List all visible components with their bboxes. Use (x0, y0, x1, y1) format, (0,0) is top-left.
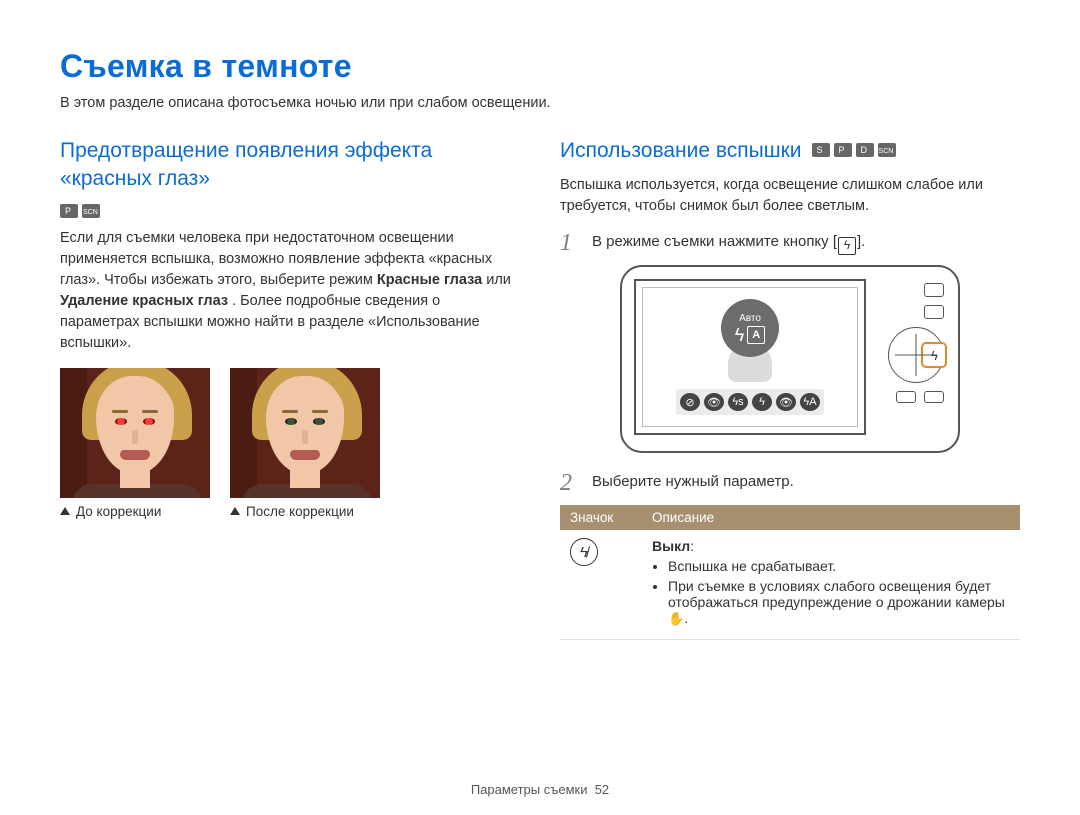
left-heading-text: Предотвращение появления эффекта «красны… (60, 137, 520, 194)
right-body: Вспышка используется, когда освещение сл… (560, 175, 1020, 217)
footer-section: Параметры съемки (471, 782, 588, 797)
flash-redeye2-icon: 👁 (776, 393, 796, 411)
menu-button-icon (896, 391, 916, 403)
manual-page: Съемка в темноте В этом разделе описана … (0, 0, 1080, 815)
opt-bullet-2: При съемке в условиях слабого освещения … (668, 578, 1010, 627)
mode-scene-icon (878, 143, 896, 157)
th-desc: Описание (642, 505, 1020, 530)
right-mode-icons (812, 143, 896, 157)
two-column-layout: Предотвращение появления эффекта «красны… (60, 137, 1020, 640)
opt-name: Выкл (652, 538, 690, 554)
step-2: 2 Выберите нужный параметр. (560, 471, 1020, 495)
flash-fill-icon: ϟ (752, 393, 772, 411)
page-footer: Параметры съемки 52 (0, 782, 1080, 797)
opt-bullet-1: Вспышка не срабатывает. (668, 558, 1010, 574)
flash-off-large-icon: ϟ̸ (570, 538, 598, 566)
column-left: Предотвращение появления эффекта «красны… (60, 137, 520, 640)
fn-button-icon (924, 391, 944, 403)
triangle-icon (230, 507, 240, 515)
camera-body: Авто ϟ A ⊘ 👁 ϟs ϟ 👁 ϟA (620, 265, 960, 453)
flash-auto-badge: Авто ϟ A (721, 299, 779, 357)
column-right: Использование вспышки Вспышка использует… (560, 137, 1020, 640)
cell-desc: Выкл: Вспышка не срабатывает. При съемке… (642, 530, 1020, 640)
flash-dpad-highlight-icon: ϟ (921, 342, 947, 368)
mode-dual-icon (856, 143, 874, 157)
shake-warning-icon: ✋ (668, 611, 684, 627)
right-heading-text: Использование вспышки (560, 137, 802, 165)
camera-illustration: Авто ϟ A ⊘ 👁 ϟs ϟ 👁 ϟA (620, 265, 960, 453)
example-before: До коррекции (60, 368, 210, 519)
step-1-number: 1 (560, 231, 578, 255)
flash-slow-icon: ϟs (728, 393, 748, 411)
camera-screen: Авто ϟ A ⊘ 👁 ϟs ϟ 👁 ϟA (634, 279, 866, 435)
face-before-image (60, 368, 210, 498)
flash-mode-strip: ⊘ 👁 ϟs ϟ 👁 ϟA (676, 389, 824, 415)
left-body: Если для съемки человека при недостаточн… (60, 228, 520, 354)
face-after-image (230, 368, 380, 498)
bolt-icon: ϟ (735, 326, 745, 344)
step-2-text: Выберите нужный параметр. (592, 471, 794, 495)
dpad-icon: ϟ (888, 327, 944, 383)
redeye-examples: До коррекции После коррекции (60, 368, 520, 519)
caption-before: До коррекции (60, 504, 210, 519)
step-1: 1 В режиме съемки нажмите кнопку [ϟ]. (560, 231, 1020, 255)
mode-program-icon (834, 143, 852, 157)
flash-options-table: Значок Описание ϟ̸ Выкл: Вспышка не сраб… (560, 505, 1020, 640)
footer-page-number: 52 (595, 782, 609, 797)
right-heading: Использование вспышки (560, 137, 1020, 165)
power-button-icon (924, 283, 944, 297)
flash-off-icon: ⊘ (680, 393, 700, 411)
th-icon: Значок (560, 505, 642, 530)
flash-button-icon: ϟ (838, 237, 856, 255)
left-mode-icons (60, 204, 100, 218)
auto-a-icon: A (747, 326, 765, 344)
left-heading: Предотвращение появления эффекта «красны… (60, 137, 520, 218)
mode-scene-icon (82, 204, 100, 218)
triangle-icon (60, 507, 70, 515)
example-after: После коррекции (230, 368, 380, 519)
play-button-icon (924, 305, 944, 319)
left-body-or: или (486, 272, 511, 288)
cell-icon: ϟ̸ (560, 530, 642, 640)
step-2-number: 2 (560, 471, 578, 495)
left-bold-1: Красные глаза (377, 272, 482, 288)
table-row: ϟ̸ Выкл: Вспышка не срабатывает. При съе… (560, 530, 1020, 640)
left-bold-2: Удаление красных глаз (60, 293, 228, 309)
flash-auto-icon: ϟA (800, 393, 820, 411)
step-1-text: В режиме съемки нажмите кнопку [ϟ]. (592, 231, 865, 255)
mode-program-icon (60, 204, 78, 218)
intro-text: В этом разделе описана фотосъемка ночью … (60, 95, 1020, 111)
mode-smart-icon (812, 143, 830, 157)
flash-auto-label: Авто (739, 313, 761, 324)
camera-controls: ϟ (880, 279, 944, 403)
page-title: Съемка в темноте (60, 48, 1020, 85)
caption-after: После коррекции (230, 504, 380, 519)
flash-redeye-icon: 👁 (704, 393, 724, 411)
